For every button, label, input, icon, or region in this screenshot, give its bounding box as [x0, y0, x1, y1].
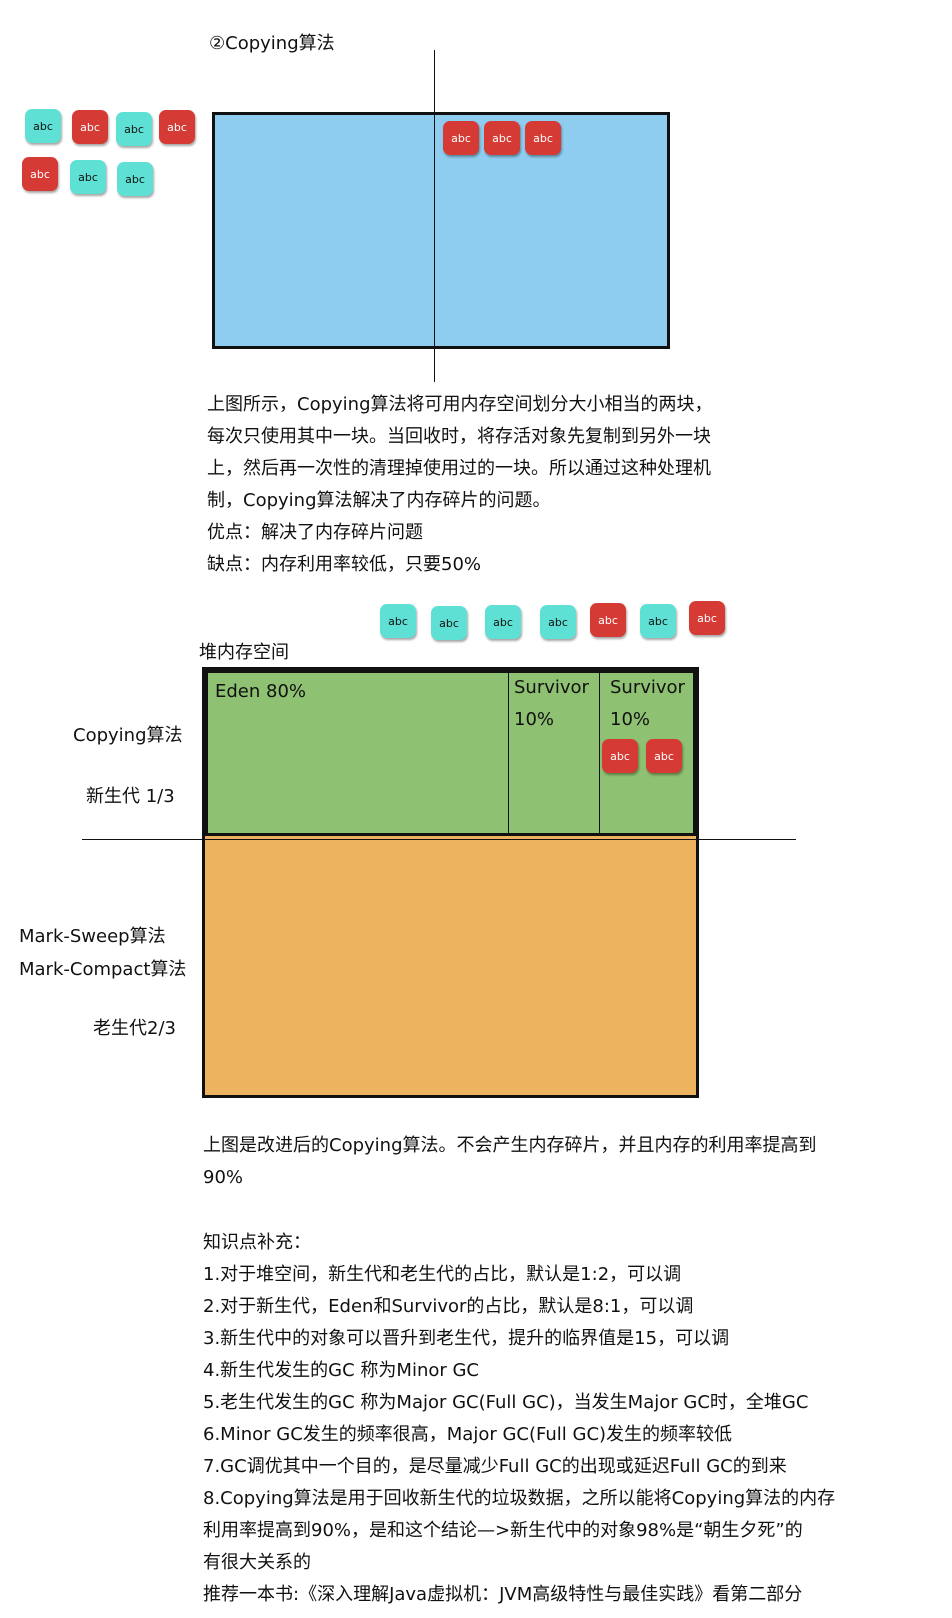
knowledge-item: 8.Copying算法是用于回收新生代的垃圾数据，之所以能将Copying算法的… [203, 1488, 836, 1509]
live-object: abc [25, 109, 61, 143]
old-algorithm-label-2: Mark-Compact算法 [19, 959, 187, 980]
garbage-object: abc [525, 121, 561, 155]
live-object: abc [431, 606, 467, 640]
description-line: 上图所示，Copying算法将可用内存空间划分大小相当的两块， [207, 394, 713, 415]
garbage-object: abc [646, 739, 682, 773]
memory-space [212, 112, 670, 349]
eden-label: Eden 80% [215, 681, 307, 702]
knowledge-item: 5.老生代发生的GC 称为Major GC(Full GC)，当发生Major … [203, 1392, 809, 1413]
garbage-object: abc [22, 157, 58, 191]
survivor-to-name: Survivor [610, 677, 685, 698]
description-line: 制，Copying算法解决了内存碎片的问题。 [207, 490, 551, 511]
knowledge-item: 利用率提高到90%，是和这个结论—>新生代中的对象98%是“朝生夕死”的 [203, 1520, 803, 1541]
knowledge-item: 7.GC调优其中一个目的，是尽量减少Full GC的出现或延迟Full GC的到… [203, 1456, 787, 1477]
garbage-object: abc [590, 603, 626, 637]
description-improved: 上图是改进后的Copying算法。不会产生内存碎片，并且内存的利用率提高到 90… [203, 1130, 817, 1194]
knowledge-item: 有很大关系的 [203, 1552, 311, 1573]
description-copying: 上图所示，Copying算法将可用内存空间划分大小相当的两块， 每次只使用其中一… [207, 389, 713, 581]
old-algorithm-label-1: Mark-Sweep算法 [19, 926, 166, 947]
knowledge-section: 知识点补充： 1.对于堆空间，新生代和老生代的占比，默认是1:2，可以调 2.对… [203, 1227, 835, 1611]
live-object: abc [540, 605, 576, 639]
survivor-from-ratio: 10% [514, 709, 555, 730]
book-recommendation: 推荐一本书:《深入理解Java虚拟机：JVM高级特性与最佳实践》看第二部分 [203, 1584, 803, 1605]
heap-title: 堆内存空间 [199, 642, 289, 663]
garbage-object: abc [443, 121, 479, 155]
garbage-object: abc [484, 121, 520, 155]
disadvantage-line: 缺点：内存利用率较低，只要50% [207, 554, 482, 575]
survivor-divider [599, 670, 600, 836]
garbage-object: abc [72, 110, 108, 144]
advantage-line: 优点：解决了内存碎片问题 [207, 522, 423, 543]
live-object: abc [380, 604, 416, 638]
live-object: abc [116, 112, 152, 146]
survivor-to-label: Survivor 10% [610, 672, 685, 736]
eden-survivor-divider [508, 670, 509, 836]
generation-divider-line [82, 839, 796, 840]
young-algorithm-label: Copying算法 [73, 725, 183, 746]
garbage-object: abc [602, 739, 638, 773]
knowledge-title: 知识点补充： [203, 1232, 311, 1253]
survivor-from-label: Survivor 10% [514, 672, 589, 736]
description-line: 90% [203, 1167, 244, 1188]
survivor-to-ratio: 10% [610, 709, 651, 730]
description-line: 每次只使用其中一块。当回收时，将存活对象先复制到另外一块 [207, 426, 711, 447]
live-object: abc [70, 160, 106, 194]
knowledge-item: 6.Minor GC发生的频率很高，Major GC(Full GC)发生的频率… [203, 1424, 733, 1445]
live-object: abc [640, 604, 676, 638]
knowledge-item: 1.对于堆空间，新生代和老生代的占比，默认是1:2，可以调 [203, 1264, 682, 1285]
knowledge-item: 3.新生代中的对象可以晋升到老生代，提升的临界值是15，可以调 [203, 1328, 730, 1349]
section-title: ②Copying算法 [209, 33, 335, 54]
knowledge-item: 4.新生代发生的GC 称为Minor GC [203, 1360, 480, 1381]
description-line: 上，然后再一次性的清理掉使用过的一块。所以通过这种处理机 [207, 458, 711, 479]
knowledge-item: 2.对于新生代，Eden和Survivor的占比，默认是8:1，可以调 [203, 1296, 694, 1317]
young-ratio-label: 新生代 1/3 [86, 786, 175, 807]
memory-space-divider [434, 50, 435, 382]
live-object: abc [485, 605, 521, 639]
live-object: abc [117, 162, 153, 196]
description-line: 上图是改进后的Copying算法。不会产生内存碎片，并且内存的利用率提高到 [203, 1135, 817, 1156]
garbage-object: abc [159, 110, 195, 144]
garbage-object: abc [689, 601, 725, 635]
survivor-from-name: Survivor [514, 677, 589, 698]
old-ratio-label: 老生代2/3 [93, 1018, 176, 1039]
